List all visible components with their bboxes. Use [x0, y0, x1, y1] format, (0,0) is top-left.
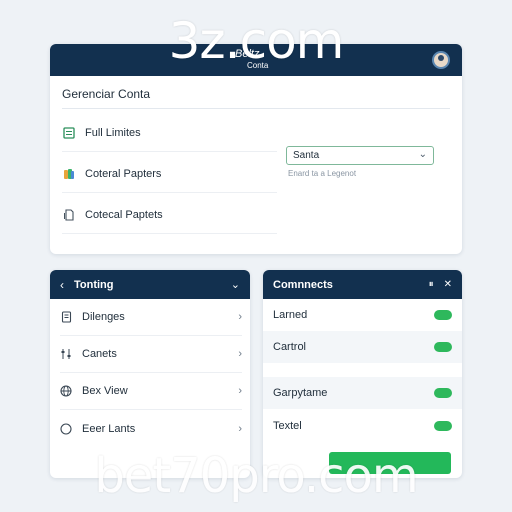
list-item-label: Canets	[82, 348, 117, 360]
sheet-icon	[62, 126, 76, 140]
settings-list-card: ‹ Tonting ⌄ Dilenges › Canets › Bex View…	[50, 270, 250, 478]
chevron-right-icon: ›	[238, 385, 242, 397]
list-item-label: Dilenges	[82, 311, 125, 323]
connections-title: Comnnects	[273, 278, 333, 291]
brand-logo: Beltz Conta	[235, 48, 269, 70]
chevron-right-icon: ›	[238, 422, 242, 435]
sliders-icon	[60, 348, 72, 360]
chevron-right-icon: ›	[238, 348, 242, 360]
color-swatch-icon	[62, 167, 76, 181]
close-icon[interactable]: ✕	[444, 279, 452, 290]
toggle-switch[interactable]	[434, 342, 452, 352]
connections-card: Comnnects ⏸ ✕ Larned Cartrol Garpytame T…	[263, 270, 462, 478]
account-card: Beltz Conta Gerenciar Conta Full Limites…	[50, 44, 462, 254]
toggle-label: Garpytame	[273, 387, 328, 399]
divider	[62, 108, 450, 109]
page-title: Gerenciar Conta	[62, 87, 151, 101]
toggle-label: Larned	[273, 309, 308, 321]
list-item-bex-view[interactable]: Bex View ›	[60, 373, 242, 410]
select-hint: Enard ta a Legenot	[288, 169, 357, 178]
row-label: Coteral Papters	[85, 167, 162, 180]
pause-icon[interactable]: ⏸	[429, 279, 434, 290]
circle-icon	[60, 422, 72, 435]
list-item-dilenges[interactable]: Dilenges ›	[60, 299, 242, 336]
settings-list-title: Tonting	[74, 278, 114, 291]
toggle-switch[interactable]	[434, 310, 452, 320]
list-item-canets[interactable]: Canets ›	[60, 336, 242, 373]
toggle-row-textel: Textel	[263, 410, 462, 442]
sort-select[interactable]: Santa ⌄	[286, 146, 434, 165]
chevron-down-icon: ⌄	[418, 149, 427, 160]
document-icon	[60, 311, 72, 323]
chevron-right-icon: ›	[238, 311, 242, 323]
account-header: Beltz Conta	[50, 44, 462, 76]
settings-row-full-limites[interactable]: Full Limites	[62, 114, 277, 152]
back-arrow-icon[interactable]: ‹	[60, 278, 64, 292]
toggle-row-cartrol: Cartrol	[263, 331, 462, 363]
toggle-row-garpytame: Garpytame	[263, 377, 462, 409]
list-item-label: Eeer Lants	[82, 422, 136, 435]
toggle-switch[interactable]	[434, 388, 452, 398]
row-label: Cotecal Paptets	[85, 208, 163, 221]
connections-header: Comnnects ⏸ ✕	[263, 270, 462, 299]
row-label: Full Limites	[85, 126, 141, 139]
toggle-switch[interactable]	[434, 421, 452, 431]
list-item-eeer-lants[interactable]: Eeer Lants ›	[60, 410, 242, 447]
settings-row-cotecal-paptets[interactable]: Cotecal Paptets	[62, 196, 277, 234]
toggle-label: Textel	[273, 420, 302, 432]
settings-list-header: ‹ Tonting ⌄	[50, 270, 250, 299]
toggle-label: Cartrol	[273, 341, 307, 353]
settings-row-coteral-papters[interactable]: Coteral Papters	[62, 155, 277, 193]
globe-icon	[60, 385, 72, 397]
file-icon	[62, 208, 76, 222]
toggle-row-larned: Larned	[263, 299, 462, 331]
chevron-down-icon[interactable]: ⌄	[231, 278, 240, 291]
list-item-label: Bex View	[82, 385, 128, 397]
apply-button[interactable]	[329, 452, 451, 474]
avatar[interactable]	[432, 51, 450, 69]
